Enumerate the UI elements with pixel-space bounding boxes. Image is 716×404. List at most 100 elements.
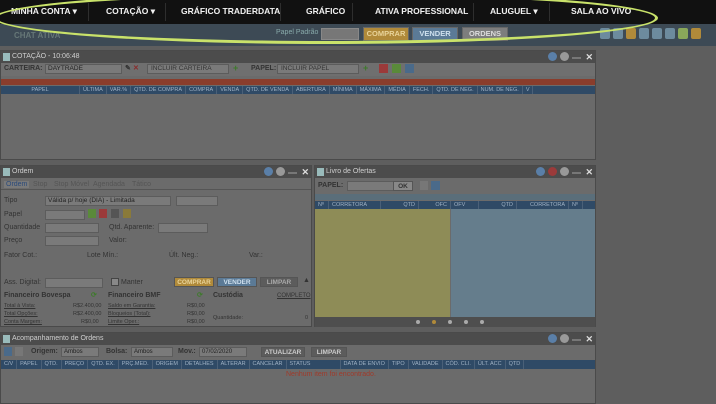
tab-tatico[interactable]: Tático — [132, 181, 151, 188]
page-dot[interactable] — [464, 320, 468, 324]
tab-ordem[interactable]: Ordem — [4, 181, 30, 188]
origem-select[interactable]: Ambos — [61, 347, 99, 357]
financeiro-key[interactable]: Conta Margem: — [4, 319, 42, 325]
col-header[interactable]: Nº — [315, 201, 329, 209]
papel-input[interactable] — [45, 210, 85, 220]
nav-cotacao[interactable]: COTAÇÃO ▾ — [106, 6, 155, 17]
col-header[interactable]: MÍNIMA — [330, 86, 357, 94]
refresh-icon[interactable]: ⟳ — [197, 291, 203, 299]
nav-aluguel[interactable]: ALUGUEL ▾ — [490, 6, 538, 17]
gear-icon[interactable] — [560, 334, 569, 343]
tipo-select[interactable]: Válida p/ hoje (DIA) - Limitada — [45, 196, 171, 206]
col-header[interactable]: QTD. DE VENDA — [243, 86, 293, 94]
col-header[interactable]: C/V — [1, 360, 18, 369]
link-icon[interactable] — [548, 52, 557, 61]
refresh-icon[interactable] — [88, 209, 96, 218]
tab-stop[interactable]: Stop — [33, 181, 47, 188]
bolsa-select[interactable]: Ambos — [131, 347, 173, 357]
col-header[interactable]: ALTERAR — [218, 360, 250, 369]
col-header[interactable]: VAR.% — [107, 86, 132, 94]
comprar-button[interactable]: COMPRAR — [363, 27, 409, 41]
tab-stop-movel[interactable]: Stop Móvel — [54, 181, 89, 188]
book-icon[interactable] — [99, 209, 107, 218]
page-dot[interactable] — [480, 320, 484, 324]
col-header[interactable]: MÁXIMA — [357, 86, 386, 94]
col-header[interactable]: CORRETORA — [517, 201, 569, 209]
window-icon[interactable] — [600, 28, 610, 39]
col-header[interactable]: OFC — [419, 201, 451, 209]
remove-icon[interactable]: ✕ — [133, 64, 139, 72]
minimize-icon[interactable] — [572, 339, 581, 341]
link-icon[interactable] — [548, 334, 557, 343]
list-icon[interactable] — [652, 28, 662, 39]
book-icon[interactable] — [639, 28, 649, 39]
ordens-button[interactable]: ORDENS — [462, 27, 508, 41]
col-header[interactable]: MÉDIA — [385, 86, 410, 94]
col-header[interactable]: QTD — [479, 201, 517, 209]
mov-date-input[interactable]: 07/02/2020 — [199, 347, 247, 357]
atualizar-button[interactable]: ATUALIZAR — [261, 347, 305, 357]
close-icon[interactable]: ✕ — [585, 51, 593, 63]
key-icon[interactable] — [123, 209, 131, 218]
col-header[interactable]: VALIDADE — [409, 360, 443, 369]
calculator-icon[interactable] — [420, 181, 428, 190]
page-dot[interactable] — [448, 320, 452, 324]
col-header[interactable]: ÚLT. ACC — [475, 360, 506, 369]
col-header[interactable]: NUM. DE NEG. — [478, 86, 523, 94]
grid-icon[interactable] — [431, 181, 440, 190]
vender-button[interactable]: VENDER — [412, 27, 458, 41]
col-header[interactable]: Nº — [569, 201, 583, 209]
ass-digital-input[interactable] — [45, 278, 103, 288]
col-header[interactable]: CÓD. CLI. — [443, 360, 475, 369]
livro-ok-button[interactable]: OK — [393, 181, 413, 191]
gear-icon[interactable] — [276, 167, 285, 176]
col-header[interactable]: PRÇ.MED. — [119, 360, 153, 369]
close-icon[interactable]: ✕ — [301, 166, 309, 178]
close-icon[interactable]: ✕ — [585, 166, 593, 178]
comprar-button[interactable]: COMPRAR — [174, 277, 214, 287]
page-dot[interactable] — [416, 320, 420, 324]
preco-input[interactable] — [45, 236, 99, 246]
minimize-icon[interactable] — [288, 172, 297, 174]
financeiro-key[interactable]: Total à Vista: — [4, 303, 35, 309]
minimize-icon[interactable] — [572, 172, 581, 174]
col-header[interactable]: ABERTURA — [293, 86, 330, 94]
col-header[interactable]: CORRETORA — [329, 201, 381, 209]
nav-grafico-traderdata[interactable]: GRÁFICO TRADERDATA — [181, 6, 280, 16]
nav-ativa-professional[interactable]: ATIVA PROFESSIONAL — [375, 6, 468, 16]
livro-papel-input[interactable] — [347, 181, 395, 191]
gear-icon[interactable] — [560, 52, 569, 61]
col-header[interactable]: OFV — [451, 201, 479, 209]
col-header[interactable]: STATUS — [287, 360, 341, 369]
col-header[interactable]: QTD — [381, 201, 419, 209]
col-header[interactable]: VENDA — [217, 86, 244, 94]
validade-input[interactable] — [176, 196, 218, 206]
limpar-button[interactable]: LIMPAR — [311, 347, 347, 357]
grid-icon[interactable] — [392, 64, 401, 73]
lock-icon[interactable] — [691, 28, 701, 39]
edit-icon[interactable]: ✎ — [125, 64, 131, 72]
col-header[interactable]: FECH. — [410, 86, 434, 94]
chart-icon[interactable] — [626, 28, 636, 39]
chat-ativa-tab[interactable]: CHAT ATIVA — [14, 31, 60, 40]
col-header[interactable]: ÚLTIMA — [80, 86, 107, 94]
col-header[interactable]: TIPO — [389, 360, 409, 369]
papel-padrao-input[interactable] — [321, 28, 359, 40]
col-header[interactable]: QTD. — [42, 360, 62, 369]
custodia-completo-link[interactable]: COMPLETO — [277, 293, 311, 299]
close-icon[interactable]: ✕ — [585, 333, 593, 345]
limpar-button[interactable]: LIMPAR — [260, 277, 298, 287]
gear-icon[interactable] — [560, 167, 569, 176]
financeiro-key[interactable]: Total Opções: — [4, 311, 38, 317]
columns-icon[interactable] — [405, 64, 414, 73]
col-header[interactable]: V — [523, 86, 534, 94]
col-header[interactable]: COMPRA — [186, 86, 218, 94]
qtd-aparente-input[interactable] — [158, 223, 208, 233]
minimize-icon[interactable] — [572, 57, 581, 59]
vender-button[interactable]: VENDER — [217, 277, 257, 287]
financeiro-key[interactable]: Saldo em Garantia: — [108, 303, 155, 309]
financeiro-key[interactable]: Limite Oper.: — [108, 319, 139, 325]
pencil-icon[interactable] — [678, 28, 688, 39]
refresh-icon[interactable] — [4, 347, 12, 356]
carteira-select[interactable]: DAYTRADE — [45, 64, 122, 74]
